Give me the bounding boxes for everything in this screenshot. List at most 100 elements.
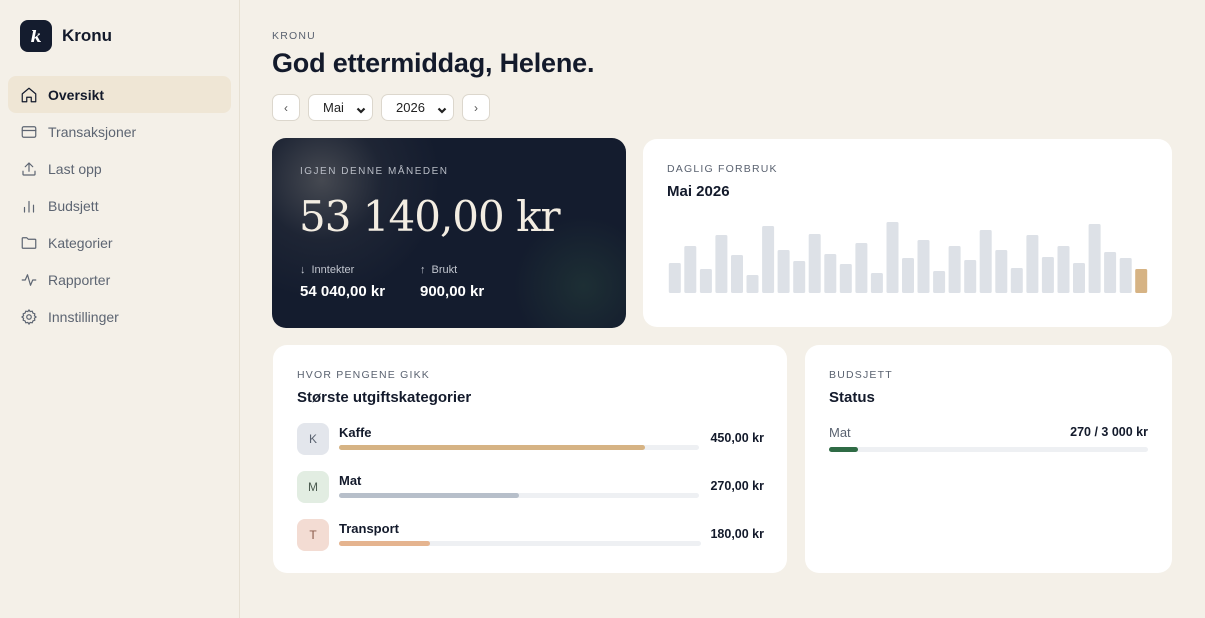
sidebar-item-oversikt[interactable]: Oversikt [8, 76, 231, 113]
budget-value: 270 / 3 000 kr [1070, 425, 1148, 439]
category-badge: M [297, 471, 329, 503]
folder-icon [20, 234, 38, 252]
category-amount: 450,00 kr [710, 431, 764, 445]
income-label: Inntekter [311, 264, 355, 276]
daily-bar-chart [668, 222, 1148, 293]
category-amount: 180,00 kr [710, 527, 764, 541]
daily-bar[interactable] [808, 234, 821, 293]
category-badge: T [297, 519, 329, 551]
page-eyebrow: KRONU [272, 30, 316, 42]
sidebar-item-budsjett[interactable]: Budsjett [8, 187, 231, 224]
daily-bar[interactable] [1088, 224, 1101, 293]
daily-bar[interactable] [1041, 257, 1054, 293]
top-categories-card: HVOR PENGENE GIKK Største utgiftskategor… [273, 345, 787, 573]
income-stat: ↓ Inntekter 54 040,00 kr [300, 264, 385, 300]
sidebar-item-transaksjoner[interactable]: Transaksjoner [8, 113, 231, 150]
home-icon [20, 86, 38, 104]
bar-chart-icon [20, 197, 38, 215]
balance-eyebrow: IGJEN DENNE MÅNEDEN [300, 166, 449, 177]
daily-bar[interactable] [917, 240, 930, 293]
sidebar: k Kronu Oversikt Transaksjoner Last opp … [0, 0, 240, 618]
budget-eyebrow: BUDSJETT [829, 369, 893, 381]
daily-bar[interactable] [699, 269, 712, 293]
year-select[interactable]: 2026 [381, 94, 454, 121]
income-value: 54 040,00 kr [300, 283, 386, 300]
daily-bar[interactable] [1073, 263, 1085, 293]
sidebar-item-label: Rapporter [48, 271, 111, 288]
brand[interactable]: k Kronu [20, 20, 112, 52]
daily-bar[interactable] [839, 264, 852, 293]
category-progress-fill [339, 493, 519, 498]
daily-bar[interactable] [793, 261, 806, 293]
daily-bar[interactable] [948, 246, 961, 293]
sidebar-item-label: Last opp [48, 160, 102, 177]
daily-bar[interactable] [933, 271, 946, 293]
daily-bar[interactable] [1026, 235, 1039, 293]
daily-bar[interactable] [886, 222, 899, 293]
category-name: Transport [339, 521, 399, 536]
daily-bar[interactable] [870, 273, 883, 293]
daily-bar[interactable] [731, 255, 743, 293]
daily-bar[interactable] [1010, 268, 1023, 293]
category-progress [339, 445, 699, 450]
chevron-down-icon [356, 103, 366, 114]
budget-row-mat[interactable]: Mat 270 / 3 000 kr [829, 425, 1148, 452]
card-icon [20, 123, 38, 141]
spent-value: 900,00 kr [420, 283, 485, 300]
sidebar-item-last-opp[interactable]: Last opp [8, 150, 231, 187]
sidebar-item-rapporter[interactable]: Rapporter [8, 261, 231, 298]
spent-label: Brukt [431, 264, 458, 276]
sidebar-item-label: Oversikt [48, 86, 105, 103]
month-select[interactable]: Mai [308, 94, 373, 121]
daily-spending-card: DAGLIG FORBRUK Mai 2026 [643, 139, 1172, 327]
balance-card: IGJEN DENNE MÅNEDEN 53 140,00 kr ↓ Inntek… [272, 138, 626, 328]
category-badge: K [297, 423, 329, 455]
period-selector: ‹ Mai 2026 › [272, 94, 490, 121]
arrow-down-icon: ↓ [300, 264, 306, 276]
daily-bar[interactable] [902, 258, 914, 293]
sidebar-item-label: Kategorier [48, 234, 113, 251]
daily-bar[interactable] [684, 246, 697, 293]
daily-bar[interactable] [1104, 252, 1117, 293]
chevron-down-icon [437, 103, 447, 114]
daily-bar[interactable] [964, 260, 977, 293]
category-progress-fill [339, 541, 430, 546]
daily-bar[interactable] [1119, 258, 1132, 293]
daily-bar[interactable] [715, 235, 728, 293]
category-progress-fill [339, 445, 645, 450]
category-row-mat[interactable]: M Mat 270,00 kr [297, 471, 764, 503]
daily-bar[interactable] [777, 250, 790, 293]
arrow-up-icon: ↑ [420, 264, 426, 276]
sidebar-item-label: Budsjett [48, 197, 99, 214]
category-name: Mat [339, 473, 362, 488]
daily-bar[interactable] [746, 275, 759, 293]
daily-bar[interactable] [762, 226, 775, 293]
upload-icon [20, 160, 38, 178]
sidebar-item-kategorier[interactable]: Kategorier [8, 224, 231, 261]
daily-bar[interactable] [855, 243, 868, 293]
spent-stat: ↑ Brukt 900,00 kr [420, 264, 484, 300]
daily-bar[interactable] [824, 254, 837, 293]
year-select-value: 2026 [396, 100, 425, 115]
categories-eyebrow: HVOR PENGENE GIKK [297, 369, 431, 381]
category-row-transport[interactable]: T Transport 180,00 kr [297, 519, 764, 551]
next-month-button[interactable]: › [462, 94, 490, 121]
daily-bar[interactable] [668, 263, 681, 293]
category-row-kaffe[interactable]: K Kaffe 450,00 kr [297, 423, 764, 455]
categories-title: Største utgiftskategorier [297, 389, 472, 406]
budget-title: Status [829, 389, 875, 406]
category-progress [339, 493, 699, 498]
sidebar-item-label: Transaksjoner [48, 123, 137, 140]
pulse-icon [20, 271, 38, 289]
daily-bar[interactable] [979, 230, 992, 293]
sidebar-item-innstillinger[interactable]: Innstillinger [8, 298, 231, 335]
kronu-logo: k [20, 20, 52, 52]
page-title: God ettermiddag, Helene. [272, 48, 595, 78]
daily-bar[interactable] [1135, 269, 1148, 293]
previous-month-button[interactable]: ‹ [272, 94, 300, 121]
category-name: Kaffe [339, 425, 372, 440]
sidebar-item-label: Innstillinger [48, 308, 119, 325]
daily-bar[interactable] [995, 250, 1008, 293]
sidebar-nav: Oversikt Transaksjoner Last opp Budsjett… [8, 76, 231, 335]
daily-bar[interactable] [1057, 246, 1070, 293]
